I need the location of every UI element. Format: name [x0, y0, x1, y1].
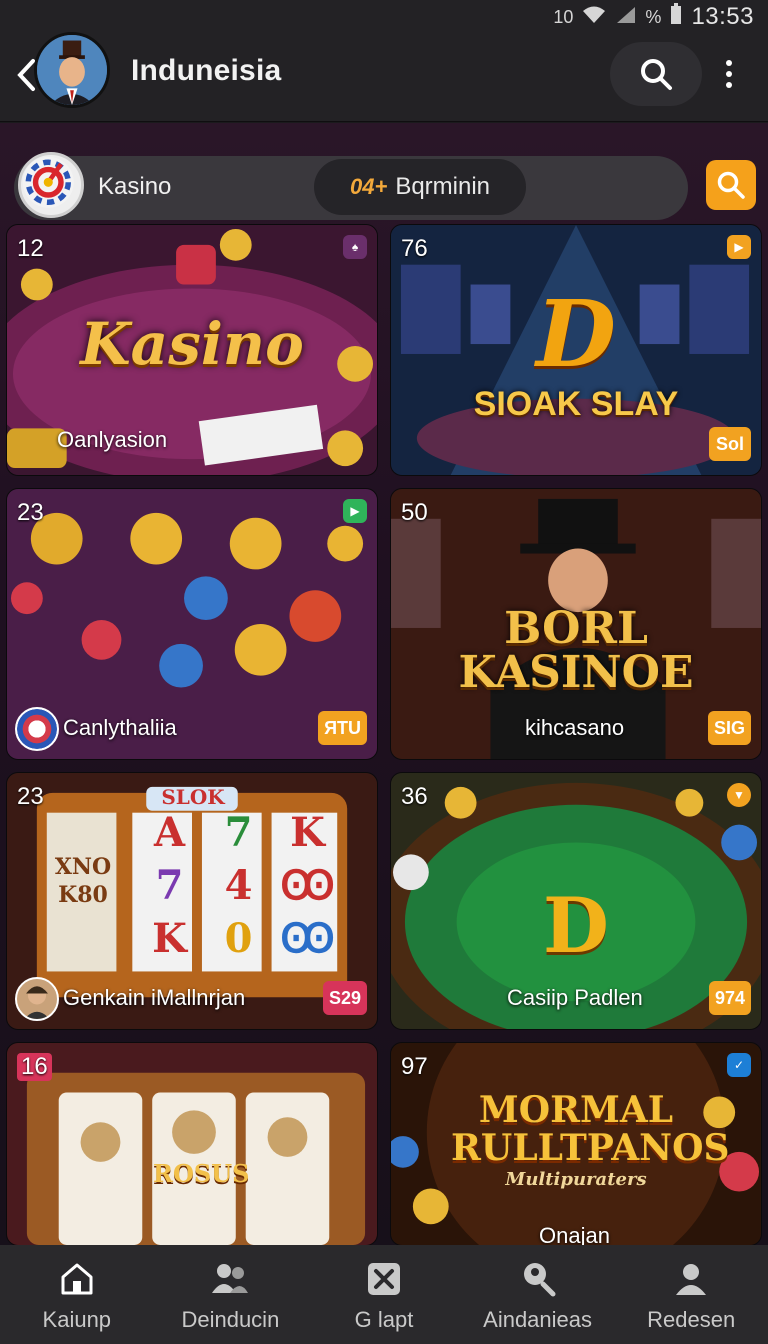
pill-label: Bqrminin [395, 173, 491, 200]
game-tag: 974 [708, 981, 751, 1015]
game-label: Onajan [539, 1223, 610, 1246]
game-label: Canlythaliia [63, 715, 177, 740]
play-badge-icon: ▶ [727, 235, 751, 259]
profile-avatar[interactable] [34, 32, 110, 108]
reel-left-text: XNO K80 [54, 854, 112, 908]
reel-symbol: 7 [224, 809, 253, 856]
game-count: 23 [17, 499, 44, 526]
game-label: Genkain iMallnrjan [63, 985, 246, 1010]
player-avatar [15, 977, 59, 1021]
slot-banner: SLOK [161, 785, 225, 809]
bottom-navigation: Kaiunp Deinducin G lapt Aindanieas Redes… [0, 1245, 768, 1344]
more-options-button[interactable] [712, 50, 746, 98]
category-label: Kasino [98, 173, 172, 200]
reel-symbol: 4 [224, 862, 253, 909]
reel-symbol: K [290, 809, 325, 856]
search-button[interactable] [610, 42, 702, 106]
game-tile[interactable]: D SIOAK SLAY 76 ▶ Sol [390, 224, 762, 476]
game-count: 36 [401, 783, 428, 810]
more-dot-icon [726, 60, 732, 66]
chip-avatar-icon [15, 707, 59, 751]
game-tag: S29 [322, 981, 367, 1015]
game-title-art: MORMAL RULLTPANOS [451, 1089, 730, 1169]
nav-item-people[interactable]: Deinducin [154, 1245, 308, 1344]
people-icon [210, 1259, 250, 1299]
game-count: 97 [401, 1053, 428, 1080]
game-count: 76 [401, 235, 428, 262]
check-badge-icon: ✓ [727, 1053, 751, 1077]
reel-symbol: Ꙭ [280, 915, 335, 962]
wifi-icon [581, 5, 607, 30]
category-filter-bar[interactable]: Kasino 04+ Bqrminin [14, 152, 688, 220]
battery-icon [669, 3, 683, 31]
status-bar: 10 % 13:53 [0, 0, 768, 32]
nav-item-close[interactable]: G lapt [307, 1245, 461, 1344]
reel-symbol: A [153, 809, 186, 856]
reel-symbol: Ꙭ [280, 862, 335, 909]
game-label: Oanlyasion [57, 427, 168, 452]
category-pill[interactable]: 04+ Bqrminin [314, 159, 526, 215]
more-dot-icon [726, 71, 732, 77]
game-tile[interactable]: Kasino 12 ♠ Oanlyasion [6, 224, 378, 476]
nav-item-search-people[interactable]: Aindanieas [461, 1245, 615, 1344]
game-tag: SIG [707, 711, 751, 745]
search-icon [717, 171, 745, 199]
close-box-icon [364, 1259, 404, 1299]
game-tile[interactable]: SLOK XNO K80 A 7 K 7 4 Ꙭ K 0 Ꙭ 23 Genkai… [6, 772, 378, 1030]
reel-grid: A 7 K 7 4 Ꙭ K 0 Ꙭ [135, 809, 343, 962]
app-bar: Induneisia [0, 32, 768, 122]
game-tile[interactable]: MORMAL RULLTPANOS Multipuraters 97 ✓ Ona… [390, 1042, 762, 1246]
nav-item-profile[interactable]: Redesen [614, 1245, 768, 1344]
nav-label: Kaiunp [42, 1307, 112, 1332]
roulette-logo-icon [18, 152, 84, 218]
game-count: 23 [17, 783, 44, 810]
game-title-art: BORL KASINOE [458, 603, 694, 698]
game-tile[interactable]: D 36 ▼ Casiip Padlen 974 [390, 772, 762, 1030]
nav-label: Deinducin [181, 1307, 280, 1332]
game-count: 16 [17, 1053, 52, 1081]
game-title-art: SIOAK SLAY [473, 385, 679, 423]
game-label: Casiip Padlen [507, 985, 643, 1010]
reel-symbol: K [152, 915, 187, 962]
game-tile[interactable]: ROSUS 16 [6, 1042, 378, 1246]
reel-symbol: 7 [155, 862, 184, 909]
spade-badge-icon: ♠ [343, 235, 367, 259]
vibrate-icon: 10 [553, 6, 574, 27]
game-logo-art: D [543, 881, 609, 970]
filter-search-button[interactable] [706, 160, 756, 210]
game-tag: Sol [709, 427, 751, 461]
game-tag: ЯTU [318, 711, 367, 745]
nav-item-home[interactable]: Kaiunp [0, 1245, 154, 1344]
game-label: kihcasano [525, 715, 625, 740]
game-tile[interactable]: 23 ▶ Canlythaliia ЯTU [6, 488, 378, 760]
more-dot-icon [726, 82, 732, 88]
signal-icon [615, 5, 637, 30]
search-icon [641, 59, 672, 90]
game-title-art: ROSUS [153, 1159, 250, 1188]
game-subtitle-art: Multipuraters [505, 1169, 647, 1190]
status-time: 13:53 [691, 3, 754, 30]
game-count: 12 [17, 235, 44, 262]
game-count: 50 [401, 499, 428, 526]
profile-icon [671, 1259, 711, 1299]
nav-label: Aindanieas [483, 1307, 593, 1332]
page-title: Induneisia [131, 54, 282, 87]
reel-symbol: 0 [224, 915, 253, 962]
game-logo-art: D [536, 280, 616, 388]
game-title-art: Kasino [80, 310, 304, 378]
nav-label: Redesen [647, 1307, 736, 1332]
play-badge-icon: ▶ [343, 499, 367, 523]
home-icon [57, 1259, 97, 1299]
search-people-icon [518, 1259, 558, 1299]
slot-cards-art [7, 1043, 377, 1245]
pill-count: 04+ [349, 174, 388, 199]
battery-percent: % [645, 6, 662, 27]
dropdown-badge-icon: ▼ [727, 783, 751, 807]
game-tile[interactable]: BORL KASINOE 50 kihcasano SIG [390, 488, 762, 760]
nav-label: G lapt [354, 1307, 414, 1332]
